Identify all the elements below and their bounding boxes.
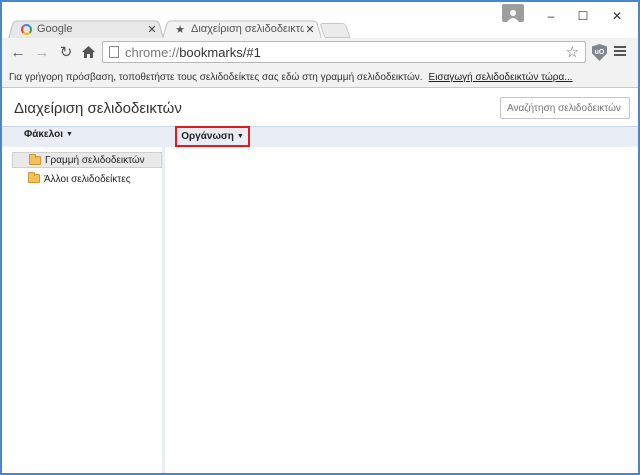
tab-google[interactable]: Google ✕: [8, 19, 164, 39]
bookmark-manager: Διαχείριση σελιδοδεικτών Φάκελοι▼ Οργάνω…: [2, 88, 638, 473]
folder-icon: [29, 154, 41, 165]
close-window-button[interactable]: ✕: [602, 2, 632, 30]
bookmark-list: [168, 147, 638, 473]
tab-bookmarks[interactable]: ★ Διαχείριση σελιδοδεικτών ✕: [162, 19, 322, 39]
caret-down-icon: ▼: [66, 131, 73, 138]
folder-icon: [28, 172, 40, 183]
page-title: Διαχείριση σελιδοδεικτών: [14, 100, 182, 117]
arrow-left-icon: ←: [10, 43, 26, 61]
bookmarks-bar: Για γρήγορη πρόσβαση, τοποθετήστε τους σ…: [2, 68, 638, 88]
ublock-extension-icon[interactable]: uO: [592, 44, 607, 61]
tab-label: Google: [37, 23, 73, 35]
folder-label: Γραμμή σελιδοδεικτών: [45, 154, 145, 166]
minimize-icon: –: [547, 9, 555, 23]
new-tab-button[interactable]: [319, 23, 351, 38]
profile-button[interactable]: [502, 4, 524, 22]
browser-window: Google ✕ ★ Διαχείριση σελιδοδεικτών ✕ – …: [0, 0, 640, 475]
folder-bookmarks-bar[interactable]: Γραμμή σελιδοδεικτών: [12, 152, 162, 168]
title-bar: Google ✕ ★ Διαχείριση σελιδοδεικτών ✕ – …: [2, 2, 638, 39]
folder-label: Άλλοι σελιδοδείκτες: [44, 173, 131, 185]
address-bar[interactable]: chrome://bookmarks/#1 ☆: [102, 41, 586, 63]
header-strip: [2, 126, 638, 147]
folder-tree: Γραμμή σελιδοδεικτών Άλλοι σελιδοδείκτες: [2, 147, 165, 473]
folders-menu-button[interactable]: Φάκελοι ▼: [24, 129, 73, 140]
back-button[interactable]: ←: [8, 42, 28, 62]
page-icon: [109, 46, 119, 58]
browser-toolbar: ← → ↻ chrome://bookmarks/#1 ☆ uO: [2, 38, 638, 68]
bookmarks-bar-message: Για γρήγορη πρόσβαση, τοποθετήστε τους σ…: [9, 72, 423, 83]
tab-close-icon[interactable]: ✕: [304, 23, 316, 36]
organize-menu-button[interactable]: Οργάνωση ▼: [175, 126, 250, 147]
person-icon: [507, 10, 519, 22]
tab-close-icon[interactable]: ✕: [146, 23, 158, 36]
organize-label: Οργάνωση: [181, 131, 234, 142]
google-g-icon: [20, 23, 32, 35]
folder-other-bookmarks[interactable]: Άλλοι σελιδοδείκτες: [12, 171, 162, 187]
home-button[interactable]: [78, 42, 98, 62]
maximize-icon: ☐: [577, 9, 589, 23]
caret-down-icon: ▼: [236, 133, 244, 140]
reload-button[interactable]: ↻: [56, 42, 76, 62]
bookmark-star-icon[interactable]: ☆: [566, 43, 579, 61]
minimize-button[interactable]: –: [536, 2, 566, 30]
folders-label: Φάκελοι: [24, 129, 64, 140]
arrow-right-icon: →: [34, 43, 50, 61]
url-scheme: chrome://: [125, 44, 180, 60]
forward-button[interactable]: →: [32, 42, 52, 62]
star-icon: ★: [175, 23, 185, 36]
chrome-menu-icon[interactable]: [614, 44, 626, 58]
close-icon: ✕: [611, 9, 623, 23]
url-path: bookmarks/#1: [179, 44, 261, 60]
home-icon: [81, 46, 95, 58]
reload-icon: ↻: [59, 44, 73, 61]
tab-label: Διαχείριση σελιδοδεικτών: [191, 23, 304, 35]
maximize-button[interactable]: ☐: [568, 2, 598, 30]
import-bookmarks-link[interactable]: Εισαγωγή σελιδοδεικτών τώρα...: [429, 72, 573, 83]
search-bookmarks-input[interactable]: [500, 97, 630, 119]
